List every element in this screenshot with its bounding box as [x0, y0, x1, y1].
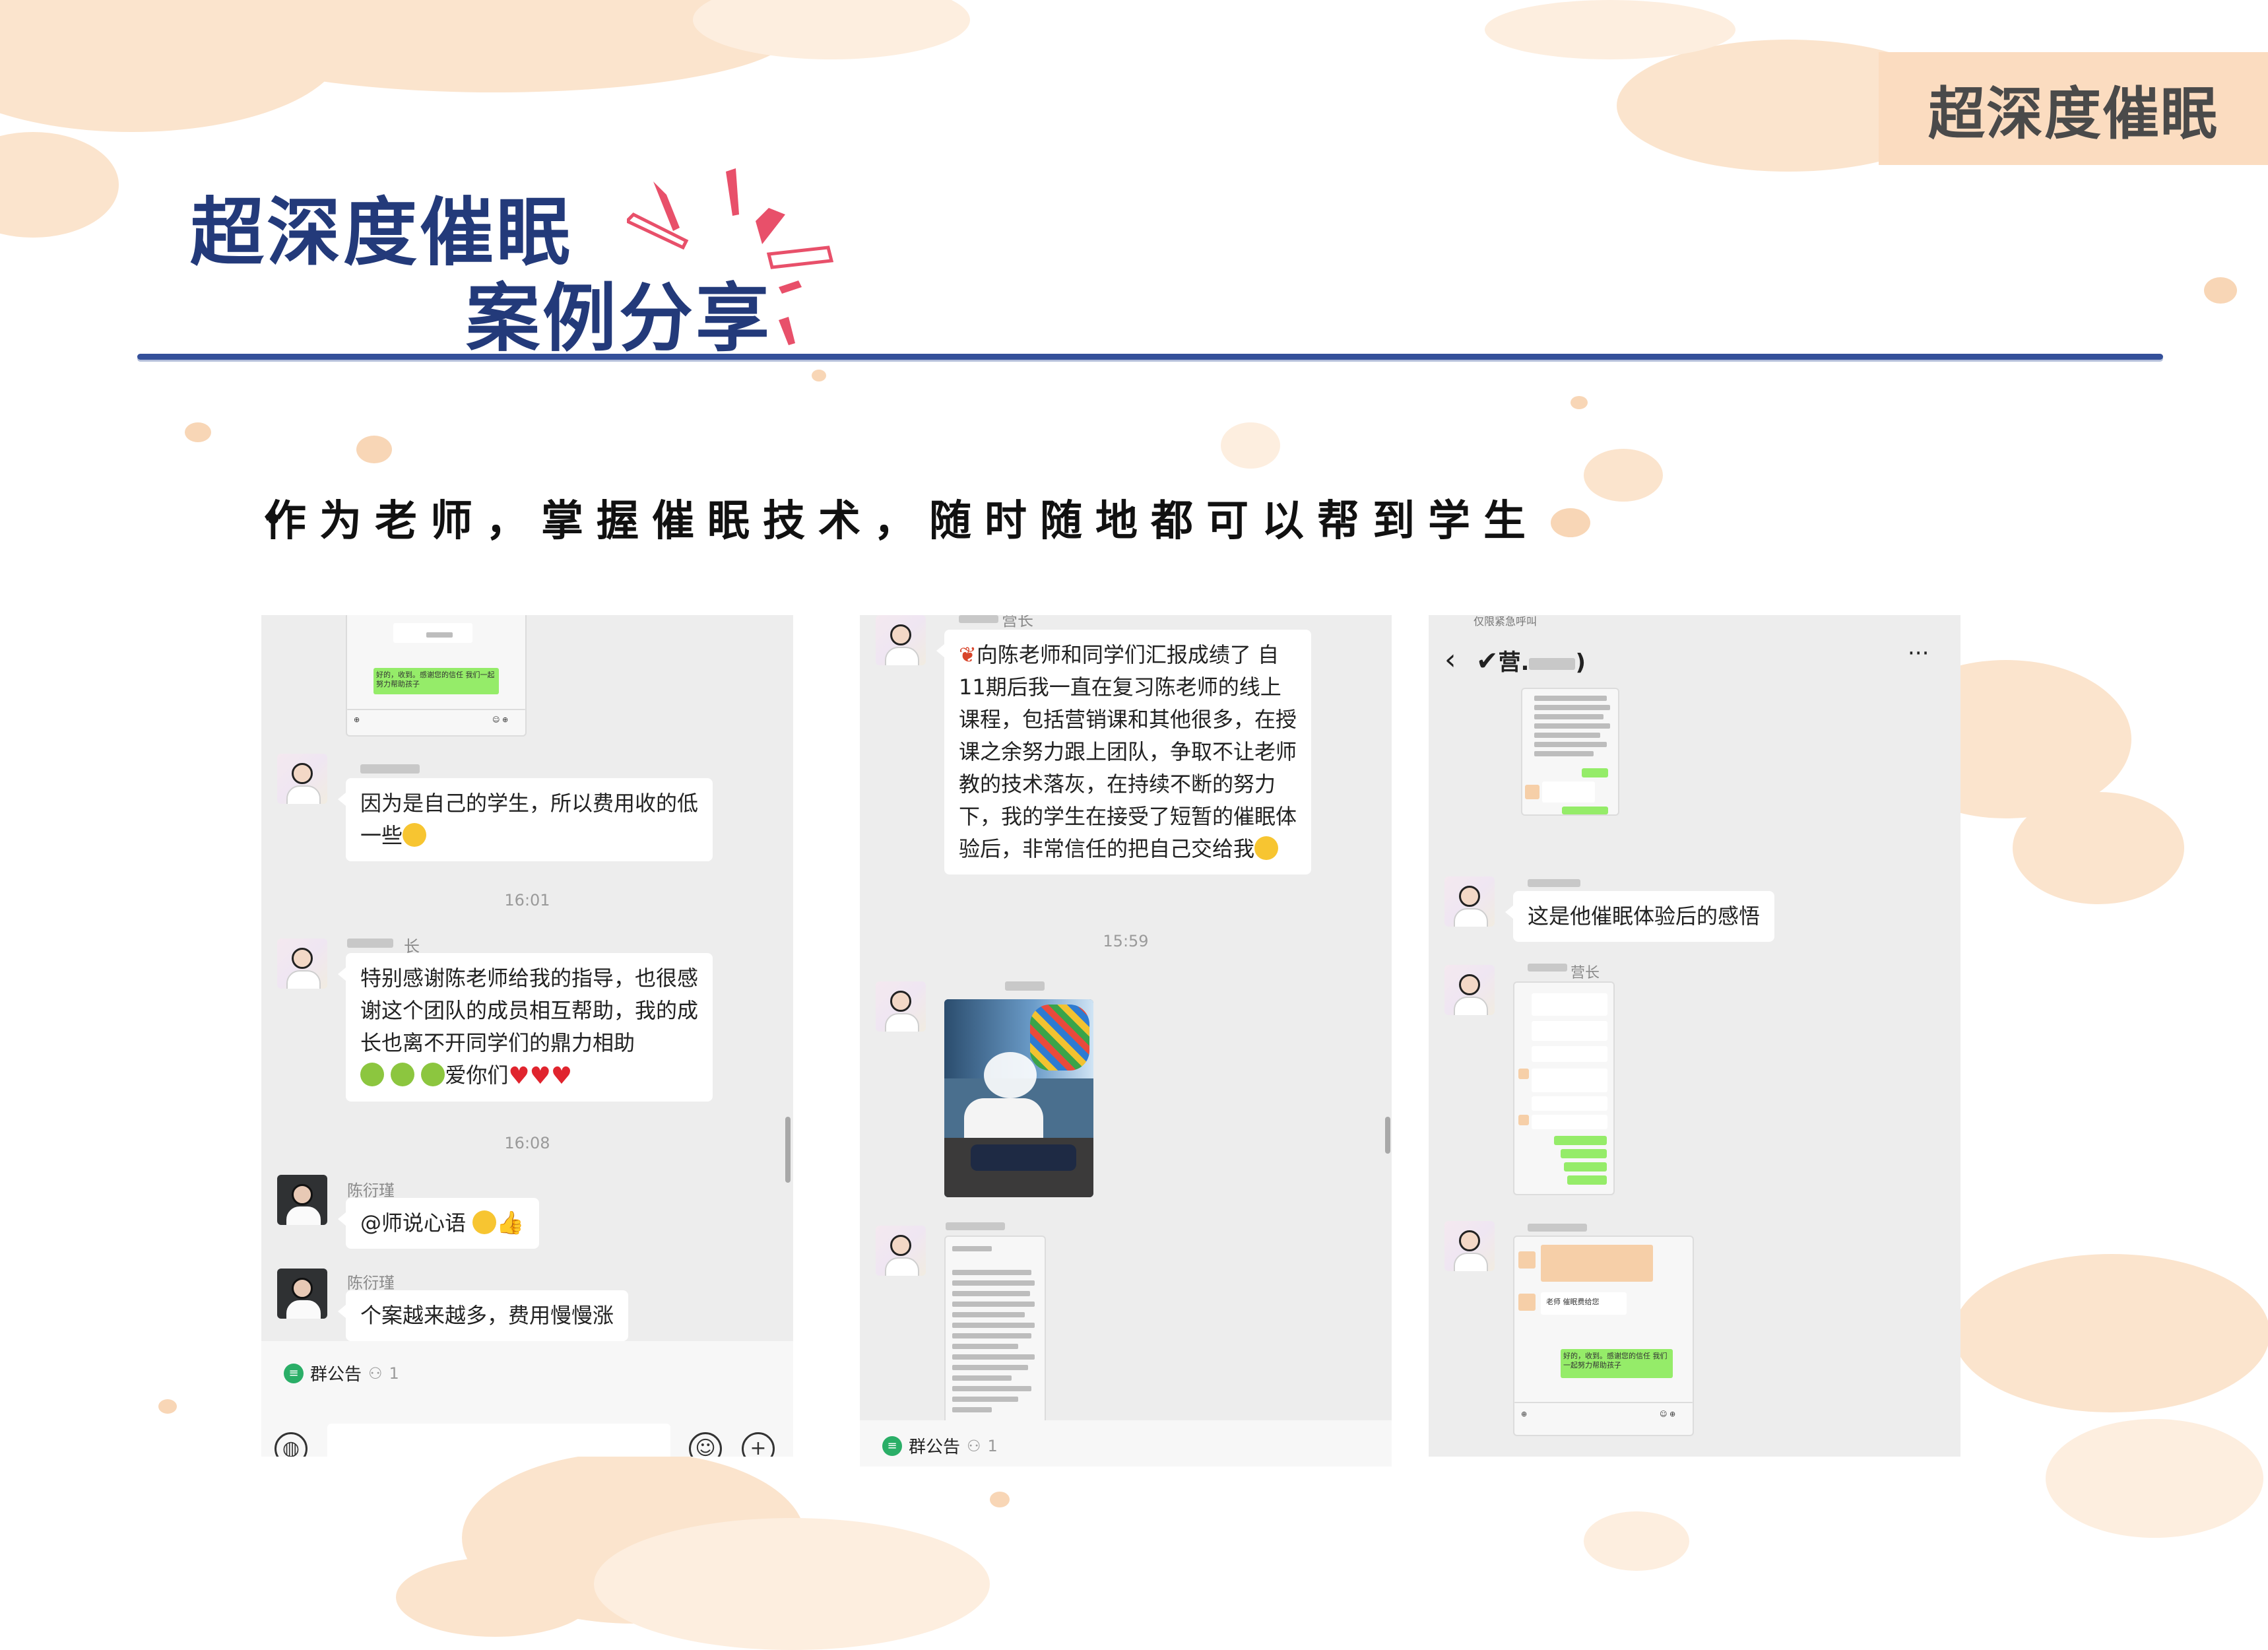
plus-icon[interactable]: +	[742, 1432, 775, 1457]
avatar[interactable]	[277, 754, 327, 804]
blurred-sender-name	[360, 764, 420, 774]
avatar[interactable]	[1444, 965, 1495, 1015]
grin-emoji-icon	[472, 1210, 497, 1234]
bullet-text: 作为老师，掌握催眠技术，随时随地都可以帮到学生	[264, 497, 1539, 546]
chat-screenshot-3: 仅限紧急呼叫 ‹ ✔营.) ··· 这是他催眠体验后的感悟 营长 老师 催眠费给…	[1429, 615, 1960, 1457]
blurred-sender-name	[959, 615, 998, 623]
grin-emoji-icon	[403, 823, 427, 847]
shared-photo[interactable]	[944, 999, 1093, 1197]
message-text: @师说心语	[360, 1210, 467, 1236]
message-input[interactable]	[327, 1424, 670, 1457]
heart-icon: ♥	[508, 1063, 530, 1090]
scrollbar[interactable]	[785, 1117, 791, 1183]
notice-count: 1	[987, 1436, 998, 1455]
blurred-sender-name	[1528, 964, 1567, 972]
emoji-icon[interactable]: ☺	[689, 1432, 722, 1457]
verified-check-icon: ✔	[1476, 646, 1499, 676]
input-bar: ≡ 群公告 ⚇ 1	[860, 1420, 1392, 1467]
member-icon: ⚇	[368, 1364, 383, 1383]
message-tail: 爱你们	[445, 1063, 509, 1088]
scrollbar[interactable]	[1385, 1117, 1390, 1154]
mini-icons: ⊕	[354, 715, 360, 724]
notice-icon: ≡	[882, 1436, 902, 1456]
grin-emoji-icon	[421, 1063, 445, 1086]
voice-icon[interactable]: ◍	[275, 1432, 308, 1457]
blurred-sender-name	[1528, 879, 1580, 887]
more-icon[interactable]: ···	[1908, 640, 1929, 667]
avatar[interactable]	[876, 981, 926, 1032]
flower-icon: ❦	[959, 642, 977, 667]
avatar[interactable]	[1444, 1221, 1495, 1271]
thumbs-up-icon: 👍	[496, 1210, 525, 1236]
input-bar: ≡ 群公告 ⚇ 1 ◍ ☺ +	[261, 1341, 793, 1457]
heart-icon: ♥	[550, 1063, 573, 1090]
sender-name: 营长	[1571, 965, 1600, 981]
chat-message-4: 个案越来越多，费用慢慢涨	[337, 1290, 629, 1341]
sender-name: 营长	[1002, 615, 1033, 630]
grin-emoji-icon	[1254, 836, 1279, 860]
forwarded-screenshot[interactable]	[1521, 688, 1619, 816]
header-title: 营.	[1498, 649, 1530, 676]
forwarded-screenshot: 好的，收到。感谢您的信任 我们一起努力帮助孩子 ⊕ ☺ ⊕	[346, 615, 527, 737]
mini-text: 好的，收到。感谢您的信任 我们一起努力帮助孩子	[376, 671, 495, 688]
header-suffix: )	[1575, 649, 1586, 676]
back-chevron-icon[interactable]: ‹	[1444, 643, 1456, 676]
forwarded-screenshot[interactable]	[1513, 981, 1615, 1195]
heart-icon: ♥	[529, 1063, 551, 1090]
notice-label: 群公告	[310, 1365, 362, 1385]
corner-tag: 超深度催眠	[1879, 52, 2268, 165]
mini-text: 老师 催眠费给您	[1546, 1298, 1600, 1306]
group-notice[interactable]: ≡ 群公告 ⚇ 1	[284, 1361, 399, 1385]
group-notice[interactable]: ≡ 群公告 ⚇ 1	[882, 1434, 998, 1458]
chat-message-2: 特别感谢陈老师给我的指导，也很感谢这个团队的成员相互帮助，我的成长也离不开同学们…	[338, 953, 713, 1102]
grin-emoji-icon	[391, 1063, 415, 1086]
sender-name: 陈衍瑾	[347, 1274, 395, 1292]
message-text: 这是他催眠体验后的感悟	[1528, 904, 1761, 929]
notice-label: 群公告	[909, 1437, 961, 1457]
chat-screenshot-2: 营长 ❦向陈老师和同学们汇报成绩了 自11期后我一直在复习陈老师的线上课程，包括…	[860, 615, 1392, 1467]
chat-message-1: ❦向陈老师和同学们汇报成绩了 自11期后我一直在复习陈老师的线上课程，包括营销课…	[936, 630, 1311, 874]
avatar[interactable]	[876, 1226, 926, 1276]
avatar[interactable]	[277, 1175, 327, 1225]
chat-message-3: @师说心语 👍	[338, 1198, 539, 1249]
message-text: 特别感谢陈老师给我的指导，也很感谢这个团队的成员相互帮助，我的成长也离不开同学们…	[360, 966, 699, 1055]
notice-count: 1	[389, 1364, 399, 1383]
timestamp: 16:08	[504, 1134, 550, 1152]
chat-screenshot-1: 好的，收到。感谢您的信任 我们一起努力帮助孩子 ⊕ ☺ ⊕ 因为是自己的学生，所…	[261, 615, 793, 1457]
avatar[interactable]	[277, 1269, 327, 1319]
avatar[interactable]	[1444, 876, 1495, 927]
spark-lines-icon	[627, 168, 834, 345]
grin-emoji-icon	[360, 1063, 384, 1086]
chat-message-1: 因为是自己的学生，所以费用收的低一些	[338, 778, 713, 861]
blurred-sender-name	[1005, 981, 1045, 991]
blurred-sender-name	[946, 1222, 1005, 1230]
member-icon: ⚇	[967, 1436, 981, 1455]
status-bar-text: 仅限紧急呼叫	[1474, 615, 1538, 628]
avatar[interactable]	[876, 615, 926, 665]
chat-header-title: ✔营.)	[1476, 644, 1586, 676]
timestamp: 16:01	[504, 891, 550, 909]
notice-icon: ≡	[284, 1363, 304, 1383]
sender-name: 陈衍瑾	[347, 1181, 395, 1200]
forwarded-screenshot[interactable]: 老师 催眠费给您 好的，收到。感谢您的信任 我们一起努力帮助孩子 ⊕ ☺ ⊕	[1513, 1236, 1694, 1436]
message-text: 向陈老师和同学们汇报成绩了 自11期后我一直在复习陈老师的线上课程，包括营销课和…	[959, 642, 1297, 861]
title-divider	[137, 354, 2163, 360]
chat-message-1: 这是他催眠体验后的感悟	[1505, 891, 1775, 942]
blurred-sender-name	[347, 939, 393, 948]
mini-text: 好的，收到。感谢您的信任 我们一起努力帮助孩子	[1563, 1352, 1668, 1370]
timestamp: 15:59	[1103, 932, 1149, 950]
avatar[interactable]	[277, 939, 327, 989]
message-text: 个案越来越多，费用慢慢涨	[360, 1303, 614, 1328]
blurred-sender-name	[1528, 1224, 1587, 1232]
